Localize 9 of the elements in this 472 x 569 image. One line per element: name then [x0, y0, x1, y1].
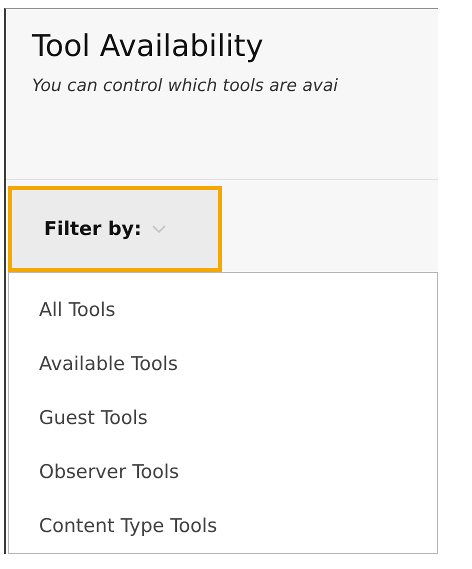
filter-dropdown-button[interactable]: Filter by:	[8, 186, 222, 272]
menu-item[interactable]: Content Type Tools	[9, 499, 437, 553]
menu-item[interactable]: All Tools	[9, 283, 437, 337]
chevron-icon	[152, 224, 166, 234]
page-title: Tool Availability	[32, 29, 264, 64]
menu-item[interactable]: Guest Tools	[9, 391, 437, 445]
menu-item[interactable]: Available Tools	[9, 337, 437, 391]
page-description: You can control which tools are avai	[32, 76, 340, 96]
menu-item[interactable]: Observer Tools	[9, 445, 437, 499]
